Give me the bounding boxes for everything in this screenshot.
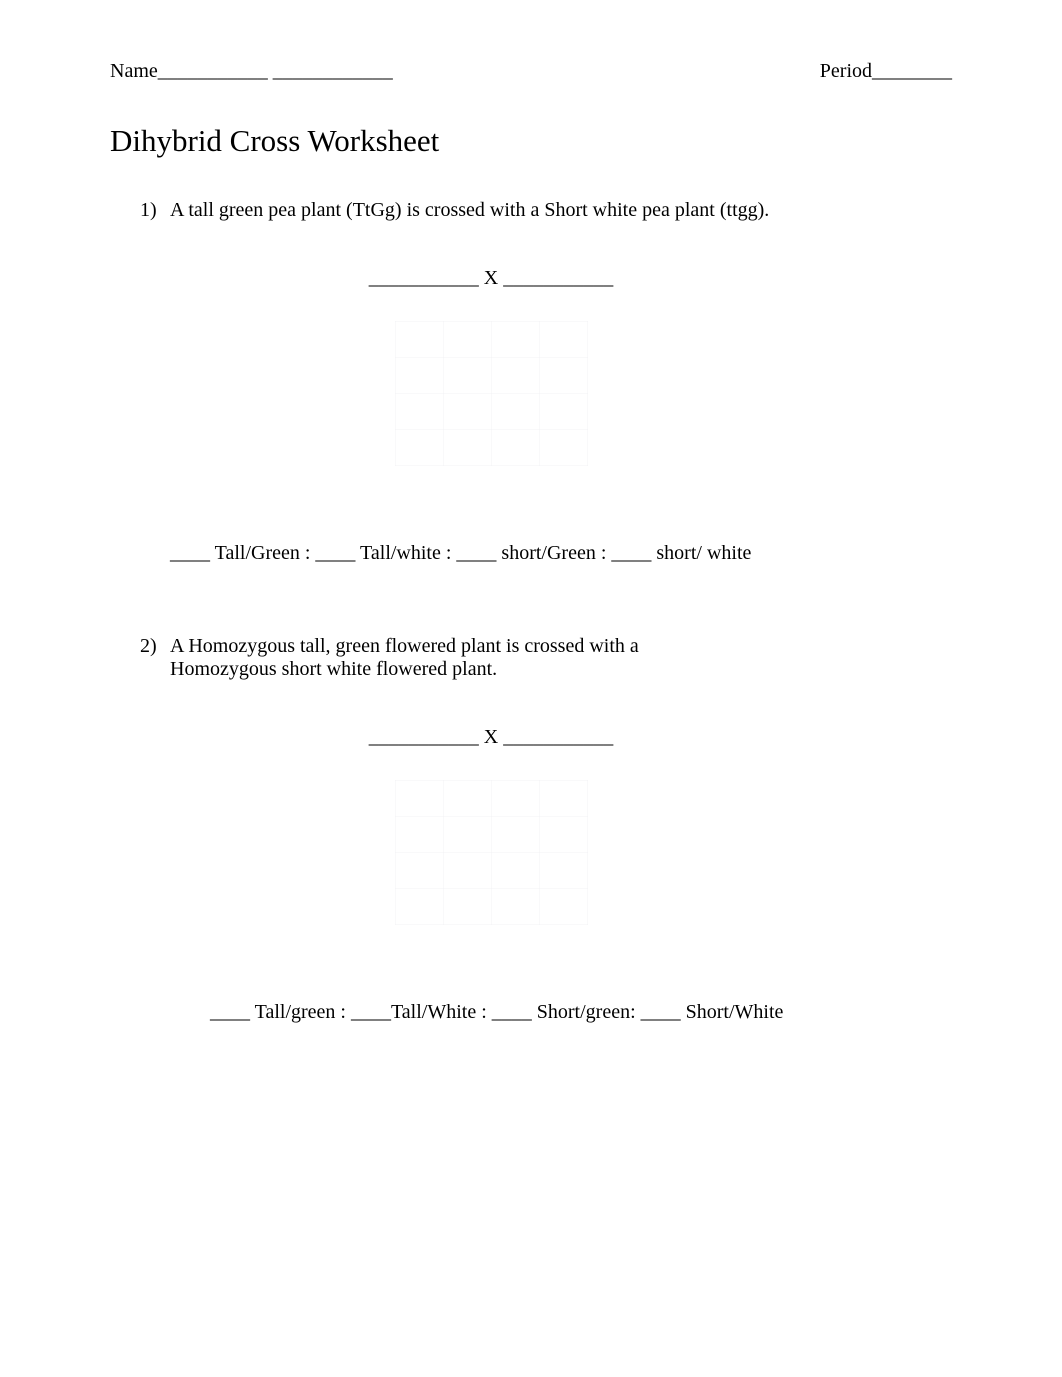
question-2-cross-blank[interactable]: ___________ X ___________ — [110, 726, 952, 749]
question-1-punnett-square[interactable] — [395, 321, 588, 466]
question-2-punnett-square[interactable] — [395, 780, 588, 925]
question-1-number: 1) — [140, 199, 170, 222]
name-field[interactable]: Name___________ ____________ — [110, 60, 393, 83]
question-2-punnett-container — [389, 774, 594, 931]
question-1-punnett-wrap — [110, 315, 952, 472]
period-field[interactable]: Period________ — [820, 60, 952, 83]
question-2-number: 2) — [140, 635, 170, 681]
question-2-line2: Homozygous short white flowered plant. — [170, 658, 497, 680]
question-1-punnett-container — [389, 315, 594, 472]
question-1: 1) A tall green pea plant (TtGg) is cros… — [110, 199, 952, 565]
question-2-body: A Homozygous tall, green flowered plant … — [170, 635, 639, 681]
question-2-line1: A Homozygous tall, green flowered plant … — [170, 635, 639, 657]
header-row: Name___________ ____________ Period_____… — [110, 60, 952, 83]
question-2-text: 2) A Homozygous tall, green flowered pla… — [140, 635, 952, 681]
question-2-ratio-blank[interactable]: ____ Tall/green : ____Tall/White : ____ … — [210, 1001, 952, 1024]
worksheet-title: Dihybrid Cross Worksheet — [110, 123, 952, 159]
question-2-punnett-wrap — [110, 774, 952, 931]
question-2: 2) A Homozygous tall, green flowered pla… — [110, 635, 952, 1024]
question-1-body: A tall green pea plant (TtGg) is crossed… — [170, 199, 769, 222]
question-1-text: 1) A tall green pea plant (TtGg) is cros… — [140, 199, 952, 222]
question-1-cross-blank[interactable]: ___________ X ___________ — [110, 267, 952, 290]
question-1-ratio-blank[interactable]: ____ Tall/Green : ____ Tall/white : ____… — [170, 542, 952, 565]
